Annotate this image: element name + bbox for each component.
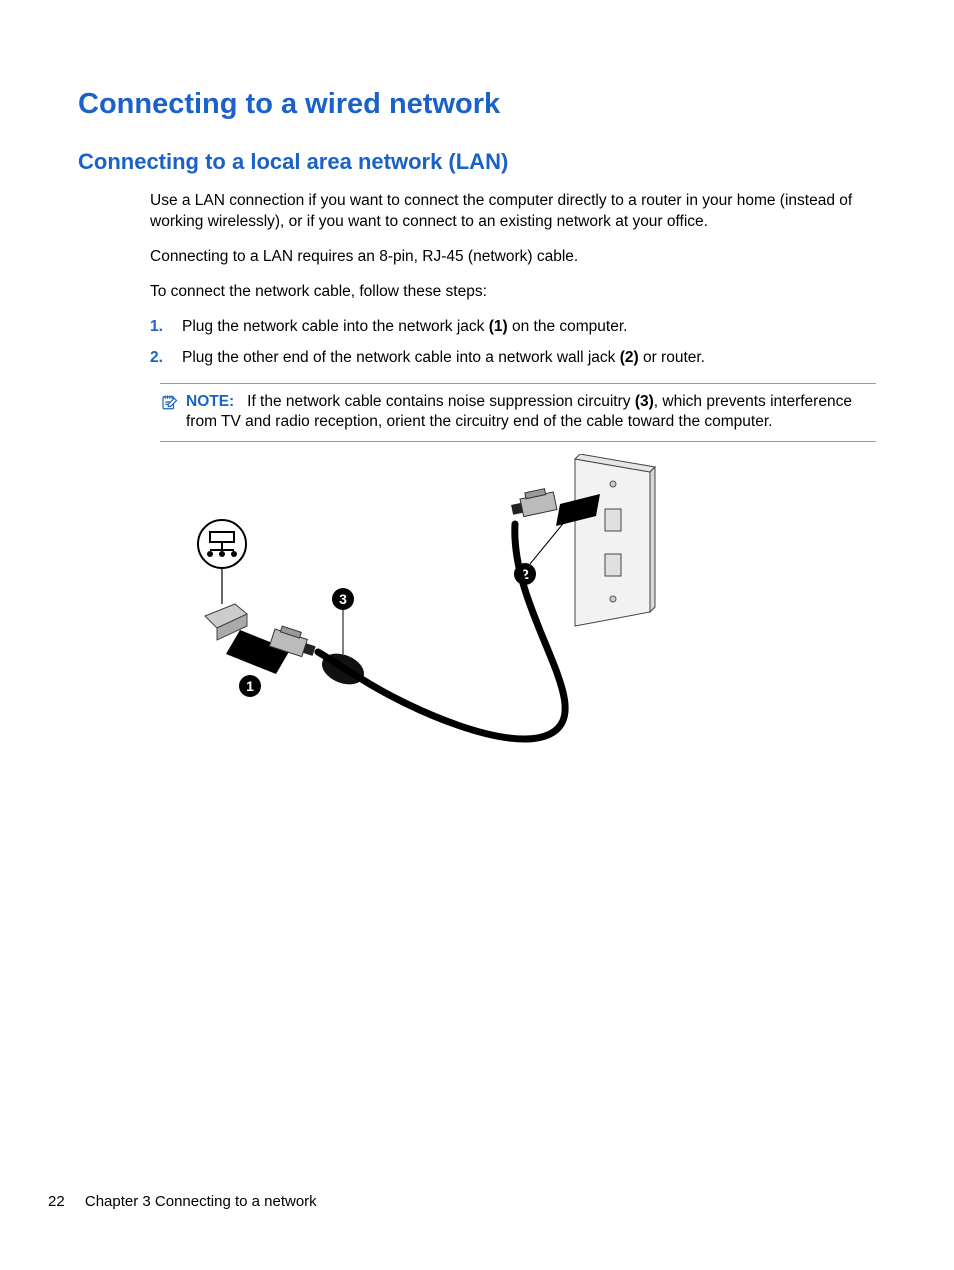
note-box: NOTE: If the network cable contains nois… [160,383,876,443]
callout-3: 3 [339,591,347,607]
page-heading-2: Connecting to a local area network (LAN) [78,149,876,175]
wall-jack-plate [575,454,655,626]
callout-1: 1 [246,678,254,694]
step-number: 2. [150,348,182,369]
step-item-1: 1. Plug the network cable into the netwo… [150,317,876,338]
intro-paragraph-3: To connect the network cable, follow the… [150,282,876,303]
page-footer: 22 Chapter 3 Connecting to a network [48,1193,317,1210]
step-item-2: 2. Plug the other end of the network cab… [150,348,876,369]
document-page: Connecting to a wired network Connecting… [0,0,954,1270]
network-cable-illustration: 2 [180,454,876,774]
intro-paragraph-1: Use a LAN connection if you want to conn… [150,191,876,233]
intro-paragraph-2: Connecting to a LAN requires an 8-pin, R… [150,247,876,268]
rj45-plug-wall-end [509,487,557,519]
body-content: Use a LAN connection if you want to conn… [150,191,876,774]
step-text: Plug the other end of the network cable … [182,348,876,369]
note-text: NOTE: If the network cable contains nois… [186,392,876,434]
network-jack-icon [198,520,246,568]
chapter-title: Chapter 3 Connecting to a network [85,1193,317,1210]
steps-list: 1. Plug the network cable into the netwo… [150,317,876,369]
step-number: 1. [150,317,182,338]
network-cable [318,524,565,739]
page-number: 22 [48,1193,65,1210]
step-text: Plug the network cable into the network … [182,317,876,338]
page-heading-1: Connecting to a wired network [78,88,876,121]
note-label: NOTE: [186,393,234,410]
note-icon [160,393,178,411]
